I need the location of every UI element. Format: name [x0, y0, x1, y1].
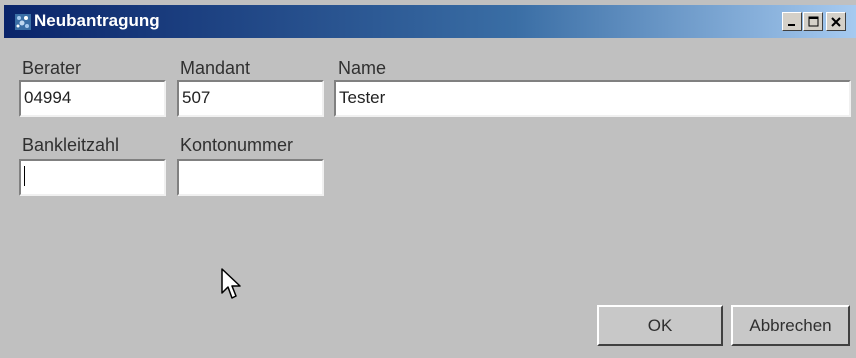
bankleitzahl-label: Bankleitzahl — [22, 135, 120, 155]
minimize-button[interactable] — [782, 12, 802, 31]
kontonummer-field[interactable] — [177, 159, 324, 196]
minimize-icon — [787, 17, 797, 27]
name-value: Tester — [339, 88, 386, 107]
close-icon — [831, 16, 841, 27]
cancel-button[interactable]: Abbrechen — [731, 305, 850, 346]
close-button[interactable] — [826, 12, 846, 31]
ok-button[interactable]: OK — [597, 305, 723, 346]
kontonummer-label: Kontonummer — [180, 135, 294, 155]
window-title: Neubantragung — [34, 11, 160, 30]
berater-value: 04994 — [24, 88, 72, 107]
name-label: Name — [338, 58, 387, 78]
berater-field[interactable]: 04994 — [19, 80, 166, 117]
app-icon — [14, 13, 32, 31]
text-caret — [24, 166, 25, 187]
maximize-button[interactable] — [803, 12, 823, 31]
mandant-label: Mandant — [180, 58, 251, 78]
mandant-value: 507 — [182, 88, 211, 107]
mouse-pointer-icon — [221, 268, 243, 307]
mandant-field[interactable]: 507 — [177, 80, 324, 117]
berater-label: Berater — [22, 58, 82, 78]
dialog-window: Neubantragung Berater 04994 Mandant 507 … — [0, 0, 856, 358]
bankleitzahl-field[interactable] — [19, 159, 166, 196]
name-field[interactable]: Tester — [334, 80, 851, 117]
maximize-icon — [808, 16, 819, 27]
title-bar[interactable]: Neubantragung — [4, 5, 856, 38]
